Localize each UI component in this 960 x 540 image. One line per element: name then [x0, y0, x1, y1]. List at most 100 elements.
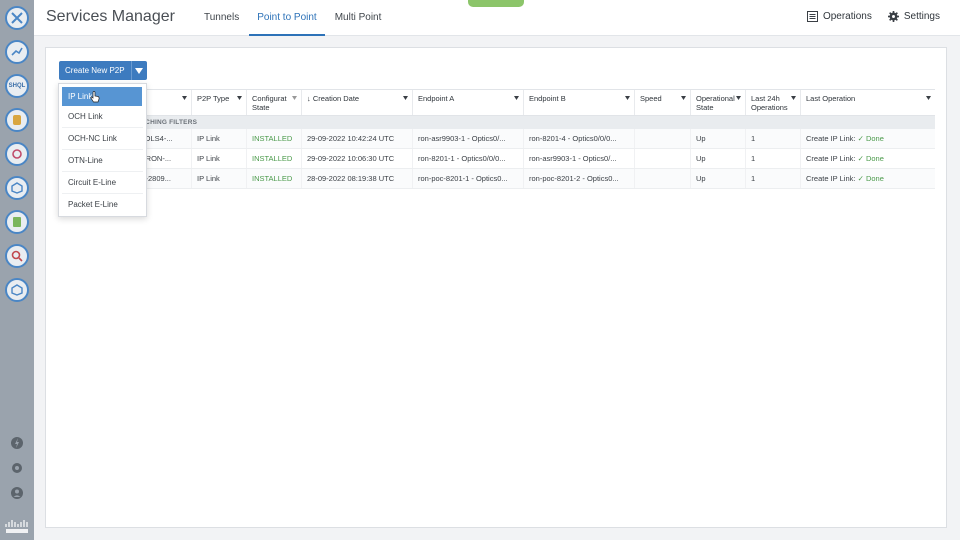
- document-icon[interactable]: [5, 210, 29, 234]
- column-header-operational-state[interactable]: Operational State: [691, 90, 746, 115]
- filter-caret-icon[interactable]: [292, 96, 297, 100]
- column-label: ↓ Creation Date: [307, 94, 360, 103]
- column-header-creation-date[interactable]: ↓ Creation Date: [302, 90, 413, 115]
- cell-endpoint-b: ron-poc-8201-2 - Optics0...: [524, 169, 635, 188]
- column-header-p2p-type[interactable]: P2P Type: [192, 90, 247, 115]
- create-new-p2p-button[interactable]: Create New P2P: [59, 61, 131, 80]
- create-p2p-dropdown-menu: IP Link OCH Link OCH-NC Link OTN-Line Ci…: [58, 83, 147, 217]
- cell-config-state: INSTALLED: [247, 129, 302, 148]
- user-icon[interactable]: [9, 485, 25, 501]
- caret-down-icon: [135, 67, 144, 74]
- column-label: Speed: [640, 94, 662, 103]
- create-dropdown-toggle[interactable]: [130, 61, 147, 80]
- last-op-label: Create IP Link:: [806, 154, 856, 163]
- search-analytics-icon[interactable]: [5, 244, 29, 268]
- sql-icon[interactable]: SHQL: [5, 74, 29, 98]
- sql-icon-label: SHQL: [8, 83, 26, 89]
- last-op-status: ✓ Done: [857, 154, 884, 163]
- app-title: Services Manager: [46, 8, 175, 25]
- cell-creation-date: 28-09-2022 08:19:38 UTC: [302, 169, 413, 188]
- menu-item-circuit-e-line[interactable]: Circuit E-Line: [62, 172, 143, 194]
- column-header-last-operation[interactable]: Last Operation: [801, 90, 935, 115]
- filter-caret-icon[interactable]: [625, 96, 630, 100]
- table-row[interactable]: 4-RON-... IP Link INSTALLED 29-09-2022 1…: [59, 149, 935, 169]
- column-header-endpoint-b[interactable]: Endpoint B: [524, 90, 635, 115]
- last-op-status: ✓ Done: [857, 134, 884, 143]
- cube-icon[interactable]: [5, 176, 29, 200]
- operations-label: Operations: [822, 11, 872, 22]
- last-op-status: ✓ Done: [857, 174, 884, 183]
- filter-caret-icon[interactable]: [514, 96, 519, 100]
- settings-label: Settings: [903, 11, 940, 22]
- cell-type: IP Link: [192, 169, 247, 188]
- cell-endpoint-a: ron-asr9903-1 - Optics0/...: [413, 129, 524, 148]
- cell-endpoint-b: ron-8201-4 - Optics0/0/0...: [524, 129, 635, 148]
- cell-config-state: INSTALLED: [247, 169, 302, 188]
- cell-endpoint-b: ron-asr9903-1 - Optics0/...: [524, 149, 635, 168]
- menu-item-och-nc-link[interactable]: OCH-NC Link: [62, 128, 143, 150]
- last-op-label: Create IP Link:: [806, 134, 856, 143]
- create-new-p2p-split-button: Create New P2P: [59, 61, 147, 80]
- filter-caret-icon[interactable]: [182, 96, 187, 100]
- column-label: P2P Type: [197, 94, 230, 103]
- tab-tunnels[interactable]: Tunnels: [196, 0, 247, 36]
- matching-filters-row: TCHING FILTERS: [59, 116, 935, 129]
- cell-speed: [635, 169, 691, 188]
- cell-speed: [635, 149, 691, 168]
- table-row[interactable]: 202-2809... IP Link INSTALLED 28-09-2022…: [59, 169, 935, 189]
- filter-caret-icon[interactable]: [791, 96, 796, 100]
- column-label: Endpoint A: [418, 94, 455, 103]
- menu-item-ip-link[interactable]: IP Link: [62, 87, 142, 106]
- header-actions: Operations Settings: [791, 11, 940, 22]
- column-header-endpoint-a[interactable]: Endpoint A: [413, 90, 524, 115]
- column-label: Configurat State: [252, 94, 287, 112]
- environment-indicator[interactable]: [468, 0, 524, 7]
- column-header-last-24h-ops[interactable]: Last 24h Operations: [746, 90, 801, 115]
- crosswork-logo-icon[interactable]: [5, 6, 29, 30]
- cell-endpoint-a: ron-8201-1 - Optics0/0/0...: [413, 149, 524, 168]
- operations-button[interactable]: Operations: [806, 11, 872, 22]
- cell-type: IP Link: [192, 149, 247, 168]
- package-icon[interactable]: [5, 278, 29, 302]
- filter-caret-icon[interactable]: [237, 96, 242, 100]
- cell-last-operation: Create IP Link: ✓ Done: [801, 169, 935, 188]
- lightning-icon[interactable]: [9, 435, 25, 451]
- filter-caret-icon[interactable]: [736, 96, 741, 100]
- topology-icon[interactable]: [5, 40, 29, 64]
- cell-creation-date: 29-09-2022 10:42:24 UTC: [302, 129, 413, 148]
- table-row[interactable]: S3-OLS4-... IP Link INSTALLED 29-09-2022…: [59, 129, 935, 149]
- column-label: Last 24h Operations: [751, 94, 788, 112]
- menu-item-otn-line[interactable]: OTN-Line: [62, 150, 143, 172]
- filter-caret-icon[interactable]: [681, 96, 686, 100]
- column-label: Operational State: [696, 94, 735, 112]
- column-header-speed[interactable]: Speed: [635, 90, 691, 115]
- cell-speed: [635, 129, 691, 148]
- database-icon[interactable]: [5, 108, 29, 132]
- cell-type: IP Link: [192, 129, 247, 148]
- cell-operational-state: Up: [691, 149, 746, 168]
- cell-endpoint-a: ron-poc-8201-1 - Optics0...: [413, 169, 524, 188]
- table-body: S3-OLS4-... IP Link INSTALLED 29-09-2022…: [59, 129, 935, 189]
- menu-item-och-link[interactable]: OCH Link: [62, 106, 143, 128]
- cell-config-state: INSTALLED: [247, 149, 302, 168]
- cell-last-operation: Create IP Link: ✓ Done: [801, 149, 935, 168]
- services-icon[interactable]: [5, 142, 29, 166]
- p2p-table: P2P Type Configurat State ↓ Creation Dat…: [59, 89, 935, 189]
- table-header: P2P Type Configurat State ↓ Creation Dat…: [59, 89, 935, 116]
- column-label: Last Operation: [806, 94, 856, 103]
- top-header: Services Manager Tunnels Point to Point …: [34, 0, 960, 36]
- settings-button[interactable]: Settings: [887, 11, 940, 22]
- list-icon: [806, 11, 818, 22]
- column-header-config-state[interactable]: Configurat State: [247, 90, 302, 115]
- cell-last-24h-ops: 1: [746, 129, 801, 148]
- menu-item-packet-e-line[interactable]: Packet E-Line: [62, 194, 143, 216]
- cell-operational-state: Up: [691, 169, 746, 188]
- cell-creation-date: 29-09-2022 10:06:30 UTC: [302, 149, 413, 168]
- tab-point-to-point[interactable]: Point to Point: [249, 0, 325, 36]
- cell-operational-state: Up: [691, 129, 746, 148]
- settings-gear-icon[interactable]: [9, 460, 25, 476]
- tab-multi-point[interactable]: Multi Point: [327, 0, 390, 36]
- filter-caret-icon[interactable]: [926, 96, 931, 100]
- cisco-logo-icon: [5, 520, 28, 533]
- filter-caret-icon[interactable]: [403, 96, 408, 100]
